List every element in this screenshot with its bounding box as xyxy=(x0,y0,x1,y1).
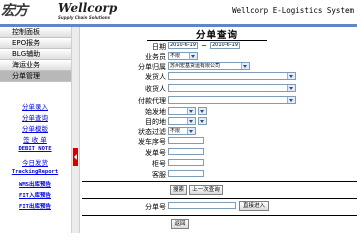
belong-label: 分单归属 xyxy=(138,63,166,71)
chevron-down-icon xyxy=(199,108,206,114)
dest-select[interactable] xyxy=(168,117,196,125)
status-value: 不限 xyxy=(170,128,181,134)
sidebar-category-control-panel[interactable]: 控制面板 xyxy=(0,27,71,38)
chevron-down-icon xyxy=(241,63,249,69)
dest-sub-select[interactable] xyxy=(198,117,207,125)
belong-value: 苏州宏基货运有限公司 xyxy=(170,63,221,69)
sidebar-link-receipt[interactable]: 签 收 单 xyxy=(0,134,70,144)
salesman-select[interactable]: 不限 xyxy=(168,52,198,60)
sidebar-link-tracking-report[interactable]: TrackingReport xyxy=(0,169,70,175)
sidebar-link-wms-out[interactable]: WMS出库预告 xyxy=(0,180,70,188)
ship-seq-input[interactable] xyxy=(168,137,204,144)
collapse-sidebar-icon[interactable] xyxy=(73,148,78,166)
ship-seq-label: 发车序号 xyxy=(138,138,166,146)
status-select[interactable]: 不限 xyxy=(168,127,196,135)
logo-text: Wellcorp xyxy=(58,1,118,15)
chevron-down-icon xyxy=(287,73,295,79)
send-no-label: 发单号 xyxy=(145,149,166,157)
chevron-down-icon xyxy=(189,53,197,59)
sidebar-link-fit-out[interactable]: FIT出库预告 xyxy=(0,202,70,210)
sidebar-splitter[interactable] xyxy=(71,27,80,233)
payer-select[interactable] xyxy=(168,96,296,104)
sidebar-link-split-template[interactable]: 分单模版 xyxy=(0,123,70,133)
sidebar-link-today-ship[interactable]: 今日发货 xyxy=(0,157,70,167)
logo-subtitle: Supply Chain Solutions xyxy=(58,15,111,20)
consignee-select[interactable] xyxy=(168,84,296,92)
origin-select[interactable] xyxy=(168,107,196,115)
section-divider xyxy=(82,215,357,216)
shipper-label: 发货人 xyxy=(145,73,166,81)
send-no-input[interactable] xyxy=(168,148,204,155)
chevron-down-icon xyxy=(287,97,295,103)
search-button[interactable]: 搜索 xyxy=(170,185,187,195)
sidebar-category-split[interactable]: 分单管理 xyxy=(0,71,71,82)
chevron-down-icon xyxy=(187,108,195,114)
title-underline xyxy=(147,40,267,41)
consignee-label: 收货人 xyxy=(145,85,166,93)
split-no-label: 分单号 xyxy=(145,203,166,211)
chevron-down-icon xyxy=(187,118,195,124)
section-divider xyxy=(82,181,357,182)
back-button[interactable]: 返回 xyxy=(171,219,189,229)
page-title: 分单查询 xyxy=(196,30,239,41)
chevron-down-icon xyxy=(287,85,295,91)
previous-query-button[interactable]: 上一次查询 xyxy=(189,185,223,195)
customer-service-label: 客服 xyxy=(152,171,166,179)
date-to-input[interactable]: 2010-6-19 xyxy=(210,42,240,49)
sidebar-link-fit-in[interactable]: FIT入库预告 xyxy=(0,191,70,199)
sidebar-link-split-entry[interactable]: 分单录入 xyxy=(0,101,70,111)
salesman-label: 业务员 xyxy=(145,53,166,61)
shipper-select[interactable] xyxy=(168,72,296,80)
sidebar-category-blg[interactable]: BLG辅助 xyxy=(0,49,71,60)
direct-enter-button[interactable]: 直接进入 xyxy=(239,201,269,211)
salesman-value: 不限 xyxy=(170,53,181,59)
system-title: Wellcorp E-Logistics System xyxy=(232,6,354,15)
sidebar-link-split-query[interactable]: 分单查询 xyxy=(0,112,70,122)
status-label: 状态过滤 xyxy=(138,128,166,136)
date-label: 日期 xyxy=(152,43,166,51)
customer-service-input[interactable] xyxy=(168,170,204,177)
belong-select[interactable]: 苏州宏基货运有限公司 xyxy=(168,62,250,70)
date-from-input[interactable]: 2010-6-19 xyxy=(168,42,198,49)
chevron-down-icon xyxy=(199,118,206,124)
cabinet-input[interactable] xyxy=(168,159,204,166)
section-divider xyxy=(82,198,357,199)
date-separator: ~ xyxy=(201,42,207,50)
dest-label: 目的地 xyxy=(145,118,166,126)
split-no-input[interactable] xyxy=(168,202,236,209)
payer-label: 付款代理 xyxy=(138,97,166,105)
origin-sub-select[interactable] xyxy=(198,107,207,115)
cabinet-label: 柜号 xyxy=(152,160,166,168)
app-header: 宏方 Wellcorp Supply Chain Solutions Wellc… xyxy=(0,0,357,24)
sidebar-link-debit-note[interactable]: DEBIT NOTE xyxy=(0,146,70,152)
sidebar-category-epo[interactable]: EPO报务 xyxy=(0,38,71,49)
sidebar-category-sea[interactable]: 海运业务 xyxy=(0,60,71,71)
logo-mark: 宏方 xyxy=(1,3,28,19)
origin-label: 始发地 xyxy=(145,108,166,116)
sidebar: 控制面板 EPO报务 BLG辅助 海运业务 分单管理 分单录入 分单查询 分单模… xyxy=(0,27,71,233)
chevron-down-icon xyxy=(187,128,195,134)
